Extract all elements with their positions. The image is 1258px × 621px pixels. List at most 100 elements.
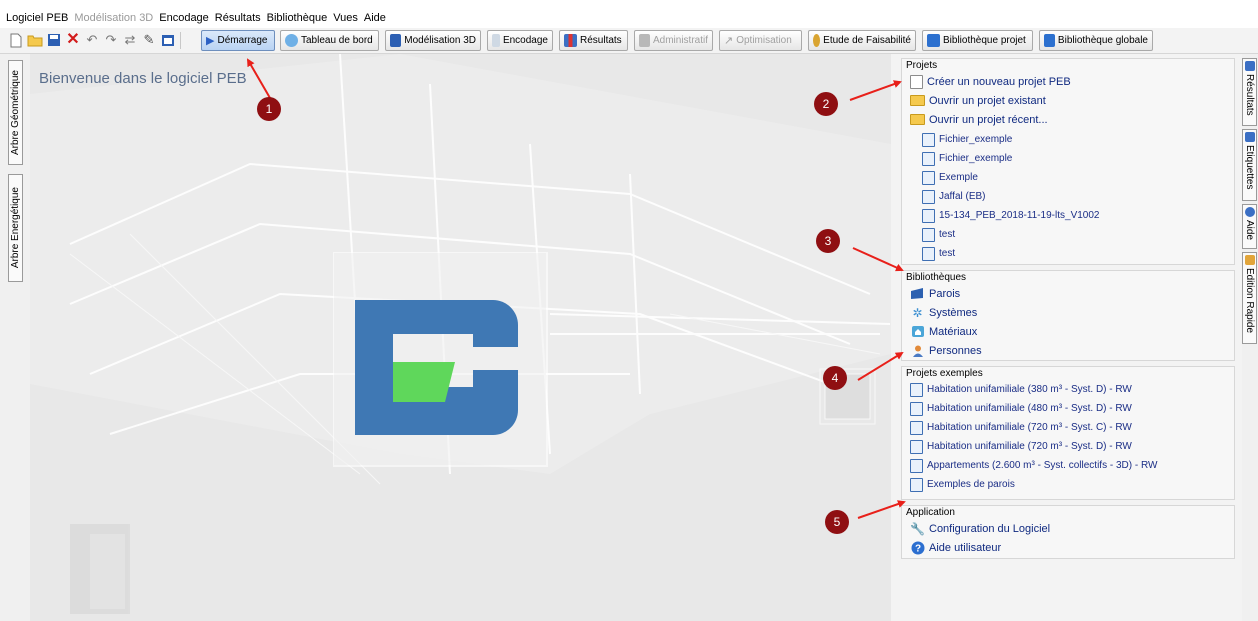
create-project-link[interactable]: Créer un nouveau projet PEB	[910, 73, 1071, 90]
application-title: Application	[906, 507, 955, 518]
example-project-item[interactable]: Habitation unifamiliale (480 m³ - Syst. …	[910, 400, 1132, 417]
systemes-link[interactable]: ✲ Systèmes	[910, 304, 977, 321]
redo-icon[interactable]: ↷	[103, 32, 119, 48]
modelisation-3d-button[interactable]: Modélisation 3D	[385, 30, 481, 51]
wrench-icon: 🔧	[910, 521, 925, 536]
document-icon	[910, 401, 923, 416]
start-panel: Projets Créer un nouveau projet PEB Ouvr…	[891, 54, 1242, 621]
document-icon	[922, 151, 935, 166]
welcome-title: Bienvenue dans le logiciel PEB	[39, 70, 247, 87]
resultats-button[interactable]: Résultats	[559, 30, 628, 51]
tag-icon	[1244, 132, 1255, 142]
pencil-icon	[1244, 255, 1255, 265]
fan-icon: ✲	[912, 305, 923, 320]
play-icon: ▶	[206, 35, 215, 47]
bar-chart-icon	[1244, 61, 1255, 71]
wall-icon	[910, 286, 925, 301]
document-icon	[922, 227, 935, 242]
optimisation-button[interactable]: ↗ Optimisation	[719, 30, 802, 51]
annotation-marker-4: 4	[823, 366, 847, 390]
projets-exemples-title: Projets exemples	[906, 368, 983, 379]
refresh-icon[interactable]: ⇄	[122, 32, 138, 48]
menu-aide[interactable]: Aide	[364, 10, 386, 26]
example-project-item[interactable]: Exemples de parois	[910, 476, 1015, 493]
main-view: Bienvenue dans le logiciel PEB	[30, 54, 891, 621]
recent-file-item[interactable]: 15-134_PEB_2018-11-19-lts_V1002	[922, 207, 1100, 224]
open-recent-link[interactable]: Ouvrir un projet récent...	[910, 111, 1048, 128]
book-icon	[927, 34, 940, 47]
person-icon	[910, 343, 925, 358]
close-icon[interactable]: ✕	[65, 32, 81, 48]
open-project-link[interactable]: Ouvrir un projet existant	[910, 92, 1046, 109]
model-3d-icon	[390, 34, 402, 47]
recent-file-item[interactable]: Fichier_exemple	[922, 131, 1012, 148]
projets-group: Projets Créer un nouveau projet PEB Ouvr…	[901, 58, 1235, 265]
recent-file-item[interactable]: test	[922, 226, 955, 243]
tab-arbre-geometrique[interactable]: Arbre Géométrique	[8, 60, 23, 165]
document-icon	[910, 420, 923, 435]
application-group: Application 🔧 Configuration du Logiciel …	[901, 505, 1235, 559]
svg-text:?: ?	[914, 543, 920, 554]
administratif-icon	[639, 34, 650, 47]
toolbar: ✕ ↶ ↷ ⇄ ✎ ▶ Démarrage Tableau de bord Mo…	[0, 28, 1258, 54]
new-file-icon	[910, 74, 923, 89]
materiaux-link[interactable]: Matériaux	[910, 323, 977, 340]
tab-etiquettes[interactable]: Etiquettes	[1242, 129, 1257, 201]
example-project-item[interactable]: Habitation unifamiliale (720 m³ - Syst. …	[910, 438, 1132, 455]
bibliotheques-group: Bibliothèques Parois ✲ Systèmes Matériau…	[901, 270, 1235, 361]
example-project-item[interactable]: Habitation unifamiliale (720 m³ - Syst. …	[910, 419, 1132, 436]
document-icon	[910, 477, 923, 492]
tab-arbre-energetique[interactable]: Arbre Energétique	[8, 174, 23, 282]
demarrage-button[interactable]: ▶ Démarrage	[201, 30, 275, 51]
document-icon	[922, 132, 935, 147]
bibliotheque-projet-button[interactable]: Bibliothèque projet	[922, 30, 1033, 51]
encodage-icon	[492, 34, 500, 47]
personnes-link[interactable]: Personnes	[910, 342, 982, 359]
tab-resultats[interactable]: Résultats	[1242, 58, 1257, 126]
book-icon	[1044, 34, 1055, 47]
configuration-link[interactable]: 🔧 Configuration du Logiciel	[910, 520, 1050, 537]
undo-icon[interactable]: ↶	[84, 32, 100, 48]
recent-file-item[interactable]: Jaffal (EB)	[922, 188, 986, 205]
tableau-de-bord-button[interactable]: Tableau de bord	[280, 30, 379, 51]
open-folder-icon[interactable]	[27, 32, 43, 48]
annotation-marker-1: 1	[257, 97, 281, 121]
administratif-button[interactable]: Administratif	[634, 30, 713, 51]
annotation-marker-3: 3	[816, 229, 840, 253]
optimisation-icon: ↗	[724, 35, 734, 47]
projets-exemples-group: Projets exemples Habitation unifamiliale…	[901, 366, 1235, 500]
recent-file-item[interactable]: Exemple	[922, 169, 978, 186]
example-project-item[interactable]: Appartements (2.600 m³ - Syst. collectif…	[910, 457, 1157, 474]
projets-title: Projets	[906, 60, 938, 71]
menu-vues[interactable]: Vues	[333, 10, 358, 26]
folder-icon	[910, 95, 925, 106]
left-dock: Arbre Géométrique Arbre Energétique	[0, 54, 30, 621]
menu-resultats[interactable]: Résultats	[215, 10, 261, 26]
menu-encodage[interactable]: Encodage	[159, 10, 209, 26]
bibliotheque-globale-button[interactable]: Bibliothèque globale	[1039, 30, 1153, 51]
encodage-button[interactable]: Encodage	[487, 30, 553, 51]
save-icon[interactable]	[46, 32, 62, 48]
help-icon: ?	[910, 540, 925, 555]
right-dock: Résultats Etiquettes Aide Edition Rapide	[1242, 54, 1258, 621]
menu-modelisation-3d[interactable]: Modélisation 3D	[74, 10, 153, 26]
new-file-icon[interactable]	[8, 32, 24, 48]
recent-file-item[interactable]: Fichier_exemple	[922, 150, 1012, 167]
tools-icon[interactable]: ✎	[141, 32, 157, 48]
window-icon[interactable]	[160, 32, 176, 48]
tab-edition-rapide[interactable]: Edition Rapide	[1242, 252, 1257, 344]
parois-link[interactable]: Parois	[910, 285, 960, 302]
etude-faisabilite-button[interactable]: Etude de Faisabilité	[808, 30, 916, 51]
tab-aide[interactable]: Aide	[1242, 204, 1257, 249]
document-icon	[910, 439, 923, 454]
example-project-item[interactable]: Habitation unifamiliale (380 m³ - Syst. …	[910, 381, 1132, 398]
gear-icon	[813, 34, 821, 47]
menu-bibliotheque[interactable]: Bibliothèque	[267, 10, 328, 26]
recent-file-item[interactable]: test	[922, 245, 955, 262]
house-icon	[910, 324, 925, 339]
menu-logiciel-peb[interactable]: Logiciel PEB	[6, 10, 68, 26]
document-icon	[922, 246, 935, 261]
dashboard-icon	[285, 34, 298, 47]
aide-utilisateur-link[interactable]: ? Aide utilisateur	[910, 539, 1001, 556]
document-icon	[922, 189, 935, 204]
